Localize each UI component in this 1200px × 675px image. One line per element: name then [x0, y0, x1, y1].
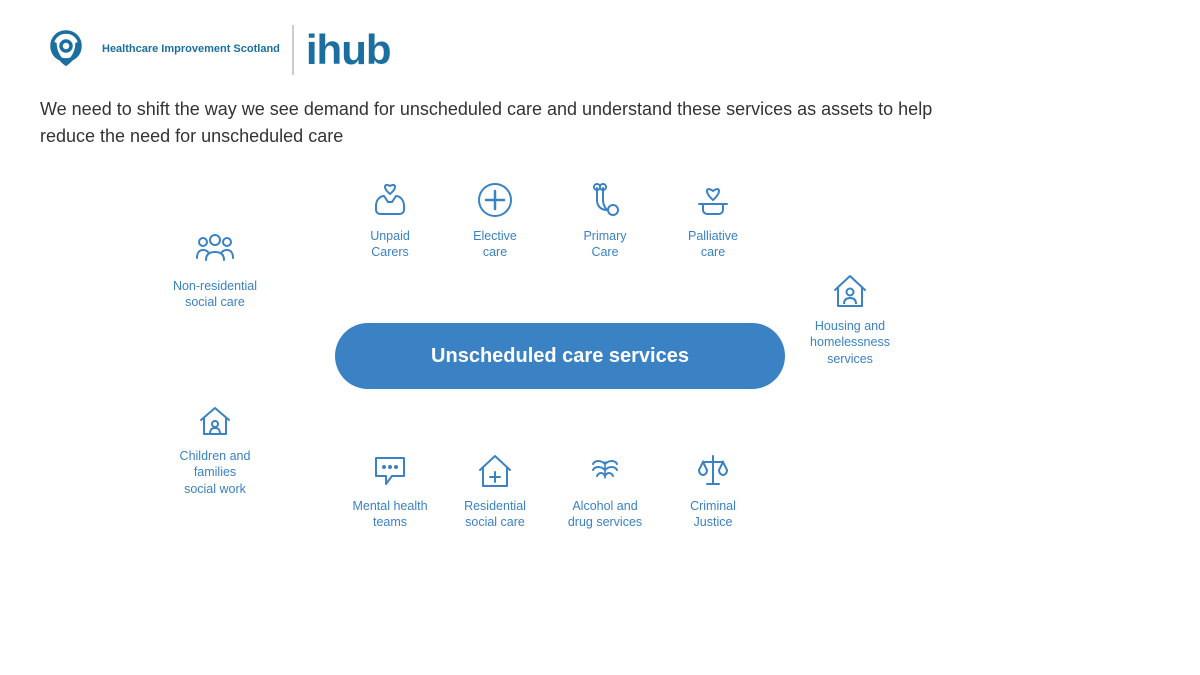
page-container: Healthcare Improvement Scotland ihub We …: [0, 0, 1200, 675]
alcohol-label: Alcohol and drug services: [568, 498, 642, 531]
residential-label: Residential social care: [464, 498, 526, 531]
main-statement: We need to shift the way we see demand f…: [40, 96, 940, 150]
service-primary: Primary Care: [550, 178, 660, 261]
children-label: Children and families social work: [160, 448, 270, 497]
primary-care-icon: [583, 178, 627, 222]
logo-divider: [292, 25, 294, 75]
mental-health-icon: [368, 448, 412, 492]
service-children: Children and families social work: [160, 398, 270, 497]
logo-area: Healthcare Improvement Scotland: [40, 24, 280, 76]
justice-icon: [691, 448, 735, 492]
unscheduled-care-button[interactable]: Unscheduled care services: [335, 323, 785, 389]
children-icon: [193, 398, 237, 442]
criminal-label: Criminal Justice: [690, 498, 736, 531]
service-housing: Housing and homelessness services: [790, 268, 910, 367]
service-mental: Mental health teams: [335, 448, 445, 531]
housing-icon: [828, 268, 872, 312]
service-criminal: Criminal Justice: [658, 448, 768, 531]
ihub-title: ihub: [306, 26, 391, 74]
elective-label: Elective care: [473, 228, 517, 261]
palliative-label: Palliative care: [688, 228, 738, 261]
service-elective: Elective care: [440, 178, 550, 261]
nonresidential-label: Non-residential social care: [173, 278, 257, 311]
service-nonresidential: Non-residential social care: [160, 228, 270, 311]
nonresidential-icon: [193, 228, 237, 272]
primary-label: Primary Care: [583, 228, 626, 261]
his-logo-icon: [40, 24, 92, 76]
service-residential: Residential social care: [440, 448, 550, 531]
service-unpaid: Unpaid Carers: [335, 178, 445, 261]
service-alcohol: Alcohol and drug services: [550, 448, 660, 531]
unpaid-label: Unpaid Carers: [370, 228, 410, 261]
diagram-area: Unscheduled care services Non-residentia…: [40, 178, 1160, 548]
diagram-inner: Unscheduled care services Non-residentia…: [160, 178, 1040, 548]
residential-icon: [473, 448, 517, 492]
unpaid-carers-icon: [368, 178, 412, 222]
elective-icon: [473, 178, 517, 222]
logo-text: Healthcare Improvement Scotland: [102, 42, 280, 57]
mental-label: Mental health teams: [352, 498, 427, 531]
alcohol-icon: [583, 448, 627, 492]
service-palliative: Palliative care: [658, 178, 768, 261]
header: Healthcare Improvement Scotland ihub: [40, 24, 1160, 76]
palliative-icon: [691, 178, 735, 222]
housing-label: Housing and homelessness services: [810, 318, 890, 367]
